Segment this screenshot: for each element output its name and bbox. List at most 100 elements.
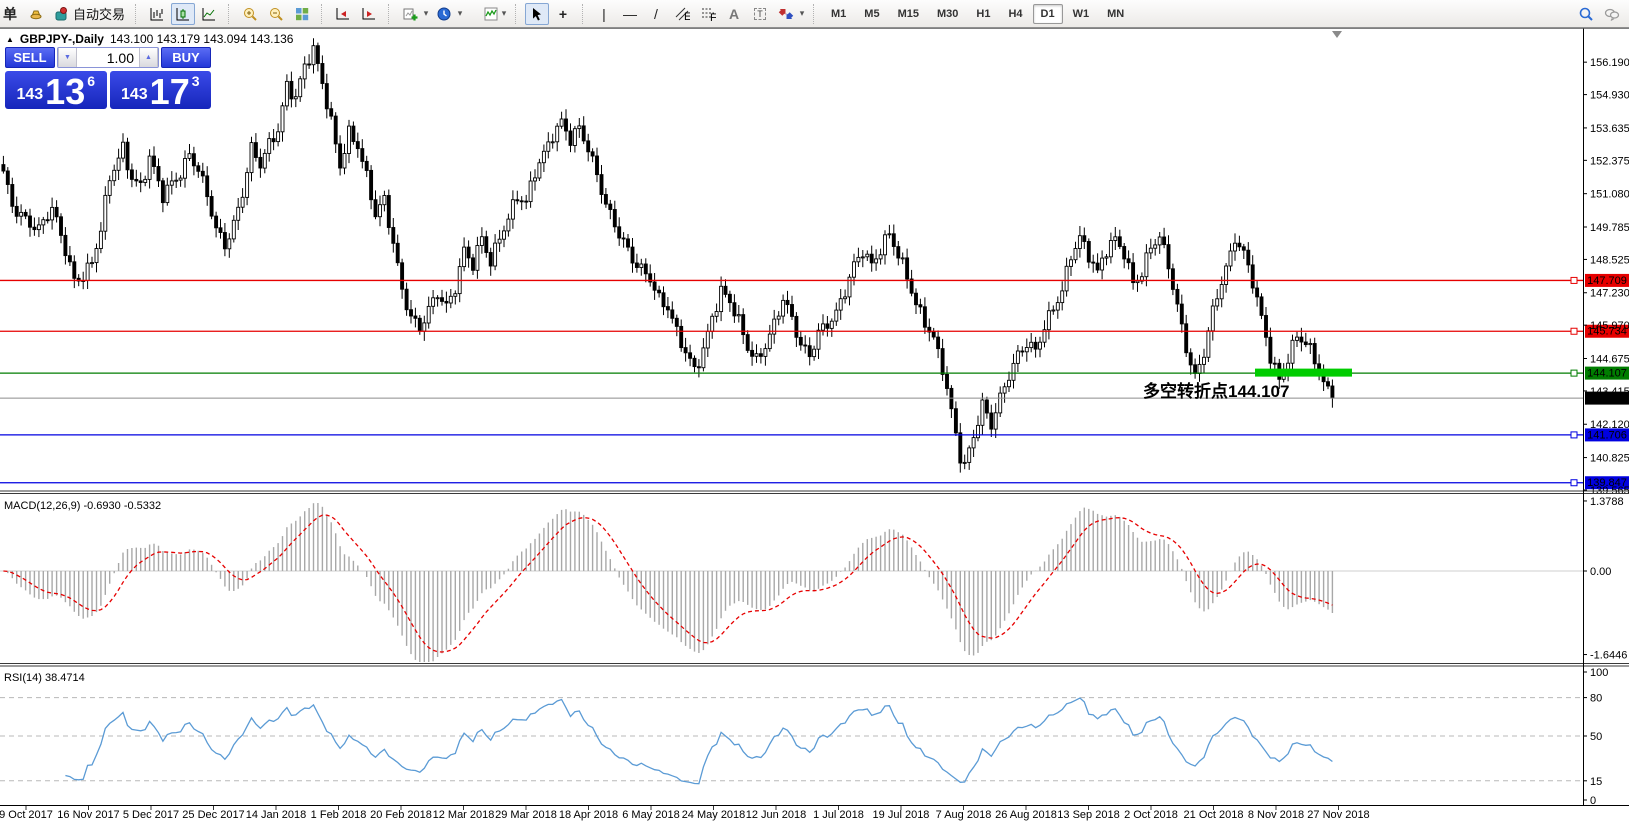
svg-text:12 Mar 2018: 12 Mar 2018 bbox=[433, 809, 495, 821]
svg-text:1 Feb 2018: 1 Feb 2018 bbox=[311, 809, 367, 821]
fibonacci-button[interactable]: F bbox=[696, 3, 720, 25]
svg-text:21 Oct 2018: 21 Oct 2018 bbox=[1184, 809, 1244, 821]
toolbar-separator bbox=[582, 4, 587, 24]
new-order-button[interactable]: 单 bbox=[0, 3, 22, 25]
chart-shift-icon bbox=[361, 6, 377, 22]
chart-canvas[interactable]: 147.709145.734144.107143.136141.706139.8… bbox=[0, 28, 1629, 824]
time-axis[interactable]: 9 Oct 201716 Nov 20175 Dec 201725 Dec 20… bbox=[0, 806, 1370, 821]
toolbar: 单 自动交易 bbox=[0, 0, 1629, 28]
sell-price-sup: 6 bbox=[87, 71, 95, 88]
autoscroll-icon bbox=[335, 6, 351, 22]
timeframe-m1-button[interactable]: M1 bbox=[823, 4, 854, 24]
svg-text:140.825: 140.825 bbox=[1590, 453, 1629, 465]
rsi-panel[interactable] bbox=[0, 698, 1583, 784]
timeframe-m30-button[interactable]: M30 bbox=[929, 4, 966, 24]
equidistant-channel-icon: E bbox=[674, 6, 690, 22]
svg-text:100: 100 bbox=[1590, 667, 1608, 679]
svg-text:13 Sep 2018: 13 Sep 2018 bbox=[1057, 809, 1119, 821]
candlestick-chart-button[interactable] bbox=[171, 3, 195, 25]
crosshair-button[interactable]: + bbox=[551, 3, 575, 25]
search-icon bbox=[1578, 6, 1594, 22]
volume-down-button[interactable]: ▼ bbox=[58, 48, 77, 67]
vertical-line-button[interactable]: | bbox=[592, 3, 616, 25]
dropdown-caret-icon[interactable]: ▾ bbox=[798, 8, 806, 19]
one-click-trading-panel: SELL ▼ ▲ BUY 143 13 6 143 17 3 bbox=[5, 47, 211, 109]
autotrade-icon bbox=[53, 6, 69, 22]
timeframe-m15-button[interactable]: M15 bbox=[890, 4, 927, 24]
new-chart-button[interactable] bbox=[398, 3, 422, 25]
zoom-in-button[interactable] bbox=[238, 3, 262, 25]
svg-text:151.080: 151.080 bbox=[1590, 189, 1629, 201]
vertical-line-icon: | bbox=[602, 6, 606, 22]
svg-text:50: 50 bbox=[1590, 731, 1602, 743]
volume-input[interactable] bbox=[77, 48, 139, 67]
autotrade-button[interactable]: 自动交易 bbox=[50, 3, 128, 25]
timeframe-h4-button[interactable]: H4 bbox=[1000, 4, 1030, 24]
dropdown-caret-icon[interactable]: ▾ bbox=[422, 8, 430, 19]
bar-chart-button[interactable] bbox=[145, 3, 169, 25]
macd-panel[interactable] bbox=[0, 503, 1583, 668]
svg-text:8 Nov 2018: 8 Nov 2018 bbox=[1248, 809, 1304, 821]
tile-windows-button[interactable] bbox=[290, 3, 314, 25]
text-button[interactable]: A bbox=[722, 3, 746, 25]
autoscroll-button[interactable] bbox=[331, 3, 355, 25]
svg-text:25 Dec 2017: 25 Dec 2017 bbox=[182, 809, 244, 821]
cursor-button[interactable] bbox=[525, 3, 549, 25]
trendline-button[interactable]: / bbox=[644, 3, 668, 25]
svg-text:145.970: 145.970 bbox=[1590, 320, 1629, 332]
chart-shift-marker[interactable] bbox=[1332, 31, 1342, 38]
indicators-icon bbox=[483, 6, 499, 22]
new-chart-icon bbox=[402, 6, 418, 22]
timeframe-w1-button[interactable]: W1 bbox=[1065, 4, 1098, 24]
timeframe-d1-button[interactable]: D1 bbox=[1033, 4, 1063, 24]
cursor-icon bbox=[529, 6, 545, 22]
search-button[interactable] bbox=[1574, 3, 1598, 25]
collapse-trade-panel-icon[interactable]: ▲ bbox=[6, 35, 14, 44]
arrows-button[interactable] bbox=[774, 3, 798, 25]
svg-text:14 Jan 2018: 14 Jan 2018 bbox=[246, 809, 307, 821]
svg-text:144.675: 144.675 bbox=[1590, 353, 1629, 365]
buy-price-box[interactable]: 143 17 3 bbox=[110, 71, 212, 109]
horizontal-line-button[interactable]: — bbox=[618, 3, 642, 25]
dropdown-caret-icon[interactable]: ▾ bbox=[456, 8, 464, 19]
text-label-button[interactable]: T bbox=[748, 3, 772, 25]
timeframe-m5-button[interactable]: M5 bbox=[856, 4, 887, 24]
buy-price-big: 17 bbox=[150, 77, 190, 107]
deposit-button[interactable] bbox=[24, 3, 48, 25]
sell-price-box[interactable]: 143 13 6 bbox=[5, 71, 107, 109]
line-chart-icon bbox=[201, 6, 217, 22]
dropdown-caret-icon[interactable]: ▾ bbox=[500, 8, 508, 19]
rsi-label: RSI(14) 38.4714 bbox=[4, 672, 85, 684]
panel-separators bbox=[0, 29, 1629, 806]
svg-text:26 Aug 2018: 26 Aug 2018 bbox=[995, 809, 1057, 821]
zoom-out-button[interactable] bbox=[264, 3, 288, 25]
chat-button[interactable] bbox=[1600, 3, 1624, 25]
timeframe-h1-button[interactable]: H1 bbox=[968, 4, 998, 24]
svg-text:1.3788: 1.3788 bbox=[1590, 496, 1624, 508]
period-menu-button[interactable] bbox=[432, 3, 456, 25]
timeframe-mn-button[interactable]: MN bbox=[1099, 4, 1132, 24]
svg-text:29 Mar 2018: 29 Mar 2018 bbox=[495, 809, 557, 821]
sell-button[interactable]: SELL bbox=[5, 47, 55, 68]
channel-button[interactable]: E bbox=[670, 3, 694, 25]
indicators-button[interactable] bbox=[466, 3, 500, 25]
fibonacci-icon: F bbox=[700, 6, 716, 22]
sell-price-big: 13 bbox=[45, 77, 85, 107]
buy-button[interactable]: BUY bbox=[161, 47, 211, 68]
line-chart-button[interactable] bbox=[197, 3, 221, 25]
svg-text:0.00: 0.00 bbox=[1590, 566, 1611, 578]
price-axis[interactable]: 147.709145.734144.107143.136141.706139.8… bbox=[1583, 57, 1629, 807]
horizontal-line-icon: — bbox=[623, 6, 637, 22]
trendline-icon: / bbox=[654, 6, 658, 22]
candlestick-icon bbox=[175, 6, 191, 22]
svg-text:149.785: 149.785 bbox=[1590, 222, 1629, 234]
svg-text:19 Jul 2018: 19 Jul 2018 bbox=[873, 809, 930, 821]
annotation-text[interactable]: 多空转折点144.107 bbox=[1143, 381, 1289, 401]
text-icon: A bbox=[729, 6, 739, 22]
svg-text:24 May 2018: 24 May 2018 bbox=[682, 809, 746, 821]
chart-window[interactable]: 147.709145.734144.107143.136141.706139.8… bbox=[0, 28, 1629, 824]
bar-chart-icon bbox=[149, 6, 165, 22]
chart-shift-button[interactable] bbox=[357, 3, 381, 25]
volume-up-button[interactable]: ▲ bbox=[139, 48, 158, 67]
toolbar-separator bbox=[135, 4, 140, 24]
